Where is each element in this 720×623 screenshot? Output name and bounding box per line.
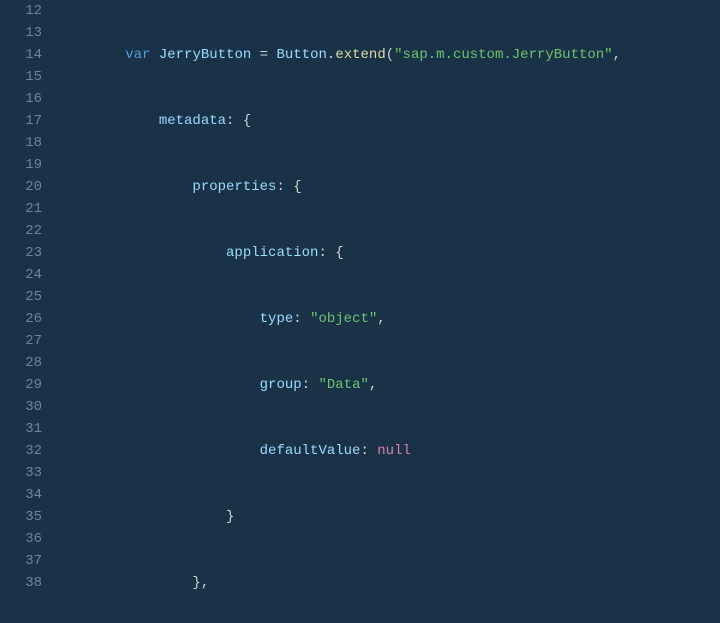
line-number: 38 [0, 572, 42, 594]
line-number: 12 [0, 0, 42, 22]
line-number: 19 [0, 154, 42, 176]
code-area[interactable]: var JerryButton = Button.extend("sap.m.c… [54, 0, 720, 623]
line-number: 33 [0, 462, 42, 484]
line-number: 20 [0, 176, 42, 198]
line-number: 23 [0, 242, 42, 264]
line-number: 25 [0, 286, 42, 308]
line-number: 37 [0, 550, 42, 572]
code-editor: 12 13 14 15 16 17 18 19 20 21 22 23 24 2… [0, 0, 720, 623]
line-number: 17 [0, 110, 42, 132]
line-number: 28 [0, 352, 42, 374]
line-number: 27 [0, 330, 42, 352]
line-number: 32 [0, 440, 42, 462]
line-number: 36 [0, 528, 42, 550]
line-number: 31 [0, 418, 42, 440]
line-number: 14 [0, 44, 42, 66]
line-number: 22 [0, 220, 42, 242]
line-number: 13 [0, 22, 42, 44]
line-number: 29 [0, 374, 42, 396]
line-number: 35 [0, 506, 42, 528]
line-number: 21 [0, 198, 42, 220]
line-number: 26 [0, 308, 42, 330]
line-number: 18 [0, 132, 42, 154]
line-number: 16 [0, 88, 42, 110]
line-number: 34 [0, 484, 42, 506]
line-number: 30 [0, 396, 42, 418]
line-number-gutter: 12 13 14 15 16 17 18 19 20 21 22 23 24 2… [0, 0, 54, 623]
line-number: 15 [0, 66, 42, 88]
line-number: 24 [0, 264, 42, 286]
